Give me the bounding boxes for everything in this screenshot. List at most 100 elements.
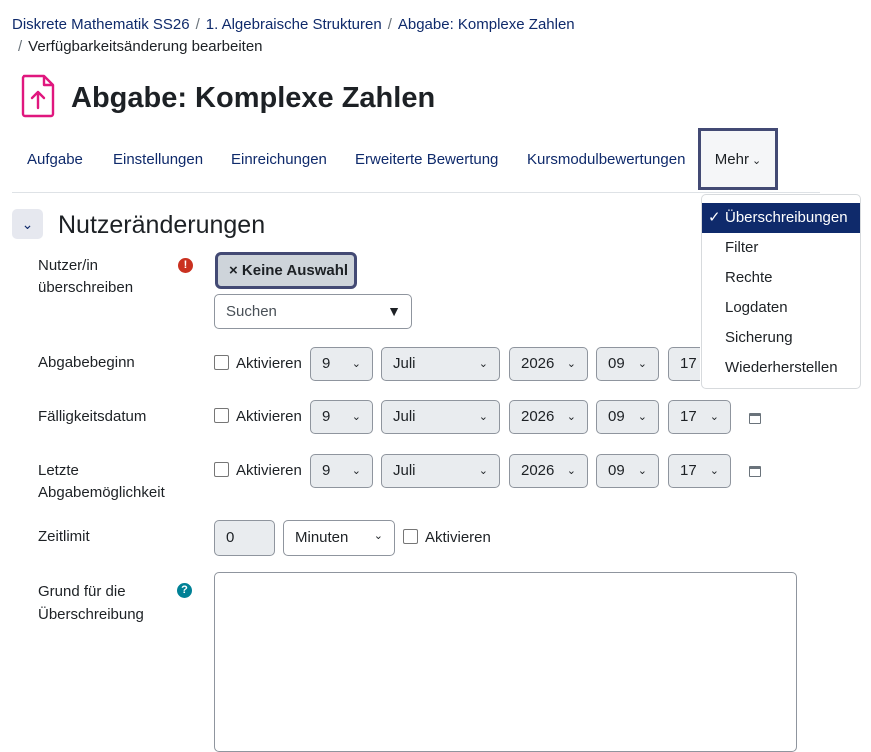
start-hour-select[interactable]: 09 ⌄	[596, 347, 659, 381]
chevron-down-icon: ⌄	[478, 465, 488, 477]
menu-item-label: Überschreibungen	[725, 209, 848, 226]
label-line: Letzte	[38, 462, 79, 479]
required-icon: !	[178, 258, 193, 273]
select-value: Juli	[393, 355, 416, 372]
check-icon: ✓	[708, 209, 721, 226]
chevron-down-icon: ⌄	[478, 358, 488, 370]
breadcrumb: Diskrete Mathematik SS26 / 1. Algebraische…	[12, 14, 832, 58]
breadcrumb-current: Verfügbarkeitsänderung bearbeiten	[28, 38, 263, 55]
checkbox-label: Aktivieren	[236, 408, 302, 425]
menu-item-wiederherstellen[interactable]: Wiederherstellen	[702, 353, 860, 383]
start-date-label: Abgabebeginn	[38, 354, 135, 371]
breadcrumb-item-section[interactable]: 1. Algebraische Strukturen	[206, 16, 382, 33]
label-line: überschreiben	[38, 279, 134, 296]
menu-item-rechte[interactable]: Rechte	[702, 263, 860, 293]
chevron-down-icon: ⌄	[351, 358, 361, 370]
calendar-icon[interactable]	[749, 466, 761, 477]
chevron-down-icon: ⌄	[21, 216, 34, 232]
start-date-enable[interactable]: Aktivieren	[214, 347, 302, 381]
tab-erweiterte-bewertung[interactable]: Erweiterte Bewertung	[355, 128, 498, 192]
label-line: Abgabemöglichkeit	[38, 484, 165, 501]
select-value: 09	[608, 462, 625, 479]
calendar-icon[interactable]	[749, 413, 761, 424]
select-value: 9	[322, 355, 331, 372]
checkbox[interactable]	[214, 462, 229, 477]
chevron-down-icon: ⌄	[637, 411, 647, 423]
time-limit-unit-select[interactable]: Minuten ⌄	[283, 520, 395, 556]
time-limit-input[interactable]: 0	[214, 520, 275, 556]
start-month-select[interactable]: Juli ⌄	[381, 347, 500, 381]
start-minute-select[interactable]: 17	[668, 347, 700, 381]
user-search-input[interactable]: Suchen ▼	[214, 294, 412, 329]
chevron-down-icon: ⌄	[637, 465, 647, 477]
chevron-down-icon: ⌄	[351, 411, 361, 423]
cutoff-date-label: Letzte Abgabemöglichkeit	[38, 460, 165, 504]
collapse-section-button[interactable]: ⌄	[12, 209, 43, 239]
due-month-select[interactable]: Juli ⌄	[381, 400, 500, 434]
chevron-down-icon: ⌄	[351, 465, 361, 477]
cutoff-month-select[interactable]: Juli ⌄	[381, 454, 500, 488]
select-value: 2026	[521, 462, 555, 479]
assignment-upload-icon	[21, 74, 55, 118]
no-selection-chip[interactable]: × Keine Auswahl	[215, 252, 357, 289]
tab-kursmodulbewertungen[interactable]: Kursmodulbewertungen	[527, 128, 685, 192]
chevron-down-icon: ⌄	[566, 465, 576, 477]
start-day-select[interactable]: 9 ⌄	[310, 347, 373, 381]
checkbox[interactable]	[214, 355, 229, 370]
cutoff-date-enable[interactable]: Aktivieren	[214, 454, 302, 488]
chevron-down-icon: ⌄	[709, 411, 719, 423]
select-value: 09	[608, 408, 625, 425]
more-label: Mehr	[714, 151, 749, 168]
due-year-select[interactable]: 2026 ⌄	[509, 400, 588, 434]
chevron-down-icon: ⌄	[751, 155, 762, 167]
cutoff-hour-select[interactable]: 09 ⌄	[596, 454, 659, 488]
select-value: Minuten	[295, 529, 349, 546]
page-title: Abgabe: Komplexe Zahlen	[71, 82, 436, 114]
breadcrumb-separator: /	[18, 38, 23, 55]
due-date-enable[interactable]: Aktivieren	[214, 400, 302, 434]
label-line: Grund für die	[38, 583, 126, 600]
cutoff-minute-select[interactable]: 17 ⌄	[668, 454, 731, 488]
due-day-select[interactable]: 9 ⌄	[310, 400, 373, 434]
cutoff-year-select[interactable]: 2026 ⌄	[509, 454, 588, 488]
tab-einreichungen[interactable]: Einreichungen	[231, 128, 327, 192]
breadcrumb-separator: /	[387, 16, 392, 33]
menu-item-filter[interactable]: Filter	[702, 233, 860, 263]
due-minute-select[interactable]: 17 ⌄	[668, 400, 731, 434]
override-reason-textarea[interactable]	[214, 572, 797, 752]
time-limit-label: Zeitlimit	[38, 528, 90, 545]
more-menu-button[interactable]: Mehr ⌄	[698, 128, 778, 190]
select-value: 17	[680, 408, 697, 425]
breadcrumb-separator: /	[195, 16, 200, 33]
select-value: 9	[322, 462, 331, 479]
cutoff-day-select[interactable]: 9 ⌄	[310, 454, 373, 488]
more-dropdown-menu: ✓ Überschreibungen Filter Rechte Logdaten…	[701, 194, 861, 389]
chevron-down-icon: ⌄	[373, 530, 383, 542]
start-year-select[interactable]: 2026 ⌄	[509, 347, 588, 381]
label-line: Überschreibung	[38, 606, 144, 623]
due-hour-select[interactable]: 09 ⌄	[596, 400, 659, 434]
checkbox[interactable]	[403, 529, 418, 544]
checkbox-label: Aktivieren	[425, 529, 491, 546]
tab-aufgabe[interactable]: Aufgabe	[27, 128, 83, 192]
chevron-down-icon: ⌄	[566, 411, 576, 423]
time-limit-enable[interactable]: Aktivieren	[403, 521, 491, 555]
help-icon[interactable]: ?	[177, 583, 192, 598]
dropdown-triangle-icon: ▼	[387, 303, 401, 319]
breadcrumb-item-course[interactable]: Diskrete Mathematik SS26	[12, 16, 190, 33]
select-value: Juli	[393, 462, 416, 479]
menu-item-ueberschreibungen[interactable]: ✓ Überschreibungen	[702, 203, 860, 233]
menu-item-logdaten[interactable]: Logdaten	[702, 293, 860, 323]
due-date-label: Fälligkeitsdatum	[38, 408, 147, 425]
user-override-label: Nutzer/in überschreiben	[38, 255, 133, 299]
tab-einstellungen[interactable]: Einstellungen	[113, 128, 203, 192]
secondary-navigation: Aufgabe Einstellungen Einreichungen Erwe…	[12, 128, 820, 193]
search-placeholder: Suchen	[226, 303, 277, 320]
checkbox[interactable]	[214, 408, 229, 423]
label-line: Nutzer/in	[38, 257, 99, 274]
select-value: 09	[608, 355, 625, 372]
chevron-down-icon: ⌄	[709, 465, 719, 477]
select-value: 2026	[521, 408, 555, 425]
breadcrumb-item-assignment[interactable]: Abgabe: Komplexe Zahlen	[398, 16, 575, 33]
menu-item-sicherung[interactable]: Sicherung	[702, 323, 860, 353]
